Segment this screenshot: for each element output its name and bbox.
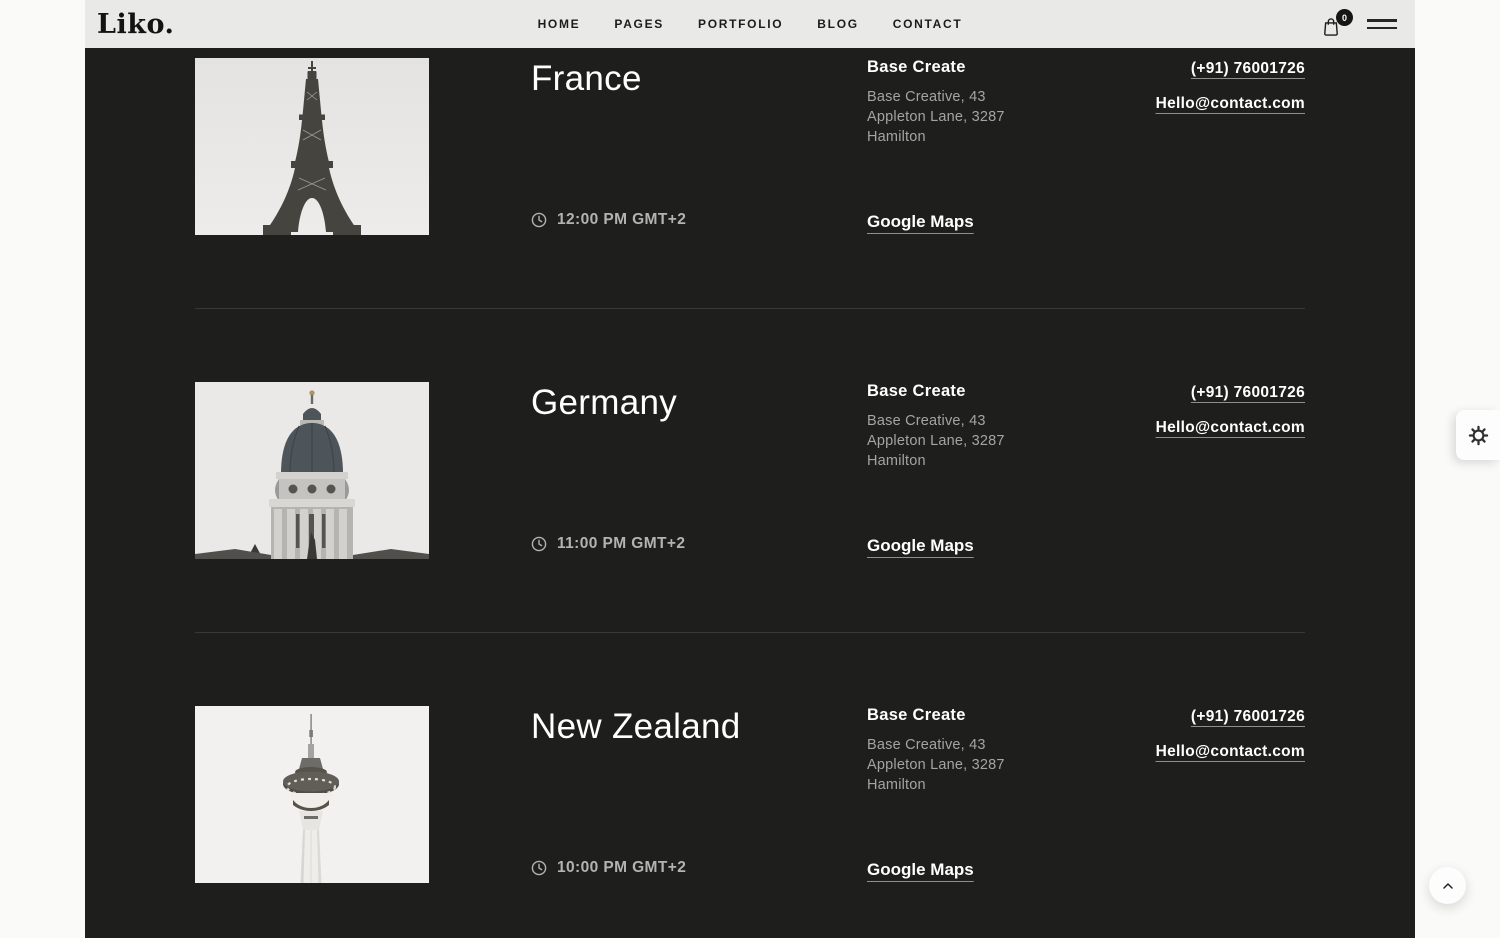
local-time-label: 10:00 PM GMT+2	[557, 859, 686, 877]
local-time: 12:00 PM GMT+2	[531, 211, 867, 229]
scroll-to-top-button[interactable]	[1429, 867, 1466, 904]
country-heading: New Zealand	[531, 709, 867, 744]
main-nav: HOME PAGES PORTFOLIO BLOG CONTACT	[538, 17, 963, 31]
nav-item[interactable]: CONTACT	[893, 17, 963, 31]
location-row: New Zealand 10:00 PM GMT+2 Base Create B…	[195, 706, 1305, 883]
gear-icon	[1468, 425, 1489, 446]
clock-icon	[531, 536, 547, 552]
office-block: Base Create Base Creative, 43 Appleton L…	[867, 382, 1155, 471]
office-name: Base Create	[867, 58, 1155, 77]
contact-column: (+91) 76001726 Hello@contact.com	[1155, 382, 1305, 559]
photo-column	[195, 382, 531, 559]
local-time: 10:00 PM GMT+2	[531, 859, 867, 877]
contact-column: (+91) 76001726 Hello@contact.com	[1155, 706, 1305, 883]
row-divider	[195, 308, 1305, 309]
nav-item[interactable]: PORTFOLIO	[698, 17, 783, 31]
location-row: Germany 11:00 PM GMT+2 Base Create Base …	[195, 382, 1305, 559]
office-address: Base Creative, 43 Appleton Lane, 3287 Ha…	[867, 87, 1047, 147]
clock-icon	[531, 212, 547, 228]
clock-icon	[531, 860, 547, 876]
office-column: Base Create Base Creative, 43 Appleton L…	[867, 382, 1155, 559]
google-maps-link[interactable]: Google Maps	[867, 860, 974, 880]
theme-settings-button[interactable]	[1456, 410, 1500, 460]
locations-list: France 12:00 PM GMT+2 Base Create Base C…	[85, 48, 1415, 883]
local-time: 11:00 PM GMT+2	[531, 535, 867, 553]
dome-cathedral-image	[195, 382, 429, 559]
office-name: Base Create	[867, 382, 1155, 401]
office-column: Base Create Base Creative, 43 Appleton L…	[867, 58, 1155, 235]
office-name: Base Create	[867, 706, 1155, 725]
google-maps-link[interactable]: Google Maps	[867, 212, 974, 232]
header-actions: 0	[1323, 11, 1397, 37]
cart-button[interactable]: 0	[1323, 11, 1347, 37]
hamburger-menu-icon[interactable]	[1367, 15, 1397, 33]
country-column: New Zealand 10:00 PM GMT+2	[531, 706, 867, 883]
google-maps-link[interactable]: Google Maps	[867, 536, 974, 556]
country-column: France 12:00 PM GMT+2	[531, 58, 867, 235]
nav-item[interactable]: HOME	[538, 17, 581, 31]
country-heading: France	[531, 61, 867, 96]
nav-item[interactable]: PAGES	[614, 17, 664, 31]
chevron-up-icon	[1440, 878, 1456, 894]
photo-column	[195, 58, 531, 235]
phone-link[interactable]: (+91) 76001726	[1191, 60, 1305, 78]
row-divider	[195, 632, 1305, 633]
office-address: Base Creative, 43 Appleton Lane, 3287 Ha…	[867, 735, 1047, 795]
contact-column: (+91) 76001726 Hello@contact.com	[1155, 58, 1305, 235]
sky-tower-image	[195, 706, 429, 883]
local-time-label: 11:00 PM GMT+2	[557, 535, 685, 553]
office-address: Base Creative, 43 Appleton Lane, 3287 Ha…	[867, 411, 1047, 471]
location-row: France 12:00 PM GMT+2 Base Create Base C…	[195, 58, 1305, 235]
country-heading: Germany	[531, 385, 867, 420]
page-main: Liko. HOME PAGES PORTFOLIO BLOG CONTACT 0	[85, 0, 1415, 938]
office-block: Base Create Base Creative, 43 Appleton L…	[867, 58, 1155, 147]
local-time-label: 12:00 PM GMT+2	[557, 211, 686, 229]
office-column: Base Create Base Creative, 43 Appleton L…	[867, 706, 1155, 883]
email-link[interactable]: Hello@contact.com	[1156, 419, 1305, 437]
photo-column	[195, 706, 531, 883]
nav-item[interactable]: BLOG	[817, 17, 858, 31]
eiffel-tower-image	[195, 58, 429, 235]
office-block: Base Create Base Creative, 43 Appleton L…	[867, 706, 1155, 795]
cart-count-badge: 0	[1336, 9, 1353, 26]
email-link[interactable]: Hello@contact.com	[1156, 95, 1305, 113]
country-column: Germany 11:00 PM GMT+2	[531, 382, 867, 559]
phone-link[interactable]: (+91) 76001726	[1191, 708, 1305, 726]
phone-link[interactable]: (+91) 76001726	[1191, 384, 1305, 402]
site-logo[interactable]: Liko.	[97, 11, 174, 38]
email-link[interactable]: Hello@contact.com	[1156, 743, 1305, 761]
site-header: Liko. HOME PAGES PORTFOLIO BLOG CONTACT 0	[85, 0, 1415, 48]
